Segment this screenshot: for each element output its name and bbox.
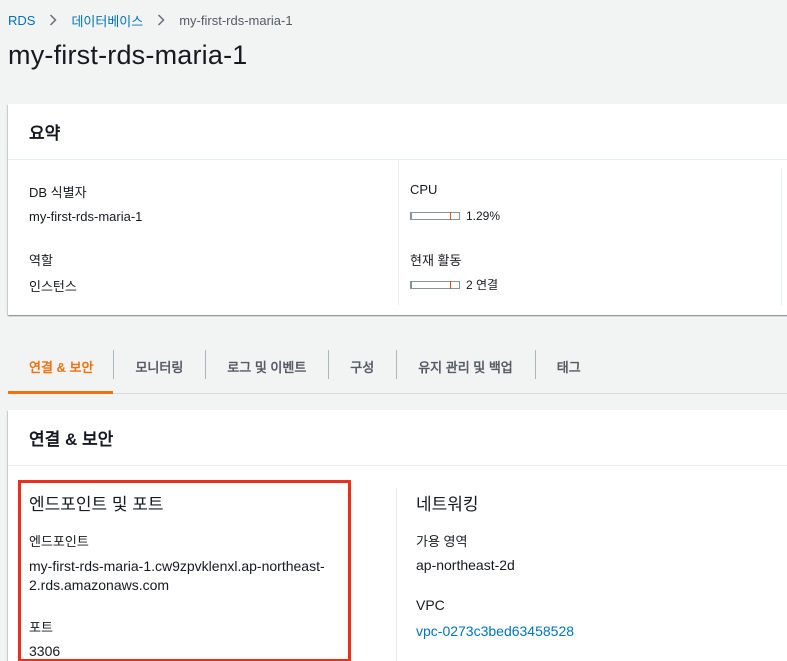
cpu-meter: 1.29% [410,209,500,223]
tab-configuration[interactable]: 구성 [328,340,396,393]
cpu-value: 1.29% [466,209,501,223]
role-label: 역할 [29,253,53,268]
networking-section-title: 네트워킹 [416,495,479,514]
availability-zone-value: ap-northeast-2d [416,557,515,573]
page-title: my-first-rds-maria-1 [8,40,248,70]
activity-value: 2 연결 [466,278,499,292]
summary-left-column: DB 식별자 my-first-rds-maria-1 역할 인스턴스 [8,160,398,305]
activity-meter-bar [410,280,460,289]
cpu-label: CPU [410,182,438,197]
breadcrumb: RDS 데이터베이스 my-first-rds-maria-1 [8,11,293,29]
cpu-meter-bar [410,212,460,220]
summary-header: 요약 [8,104,787,160]
endpoint-highlight-box [18,480,351,661]
breadcrumb-databases-link[interactable]: 데이터베이스 [71,11,143,30]
db-identifier-label: DB 식별자 [29,185,87,200]
activity-label: 현재 활동 [410,253,462,268]
activity-meter: 2 연결 [410,276,498,293]
column-divider [396,488,397,661]
summary-right-column: CPU 1.29% 현재 활동 2 연결 [398,160,782,305]
vpc-link[interactable]: vpc-0273c3bed63458528 [416,623,574,639]
availability-zone-label: 가용 영역 [416,534,468,549]
db-identifier-value: my-first-rds-maria-1 [29,209,143,224]
activity-meter-fill [411,281,412,288]
summary-panel: 요약 DB 식별자 my-first-rds-maria-1 역할 인스턴스 C… [8,104,787,315]
role-value: 인스턴스 [29,279,77,294]
connectivity-header: 연결 & 보안 [8,410,787,466]
tab-tags[interactable]: 태그 [534,340,603,393]
tab-connectivity-security[interactable]: 연결 & 보안 [8,340,114,394]
vpc-label: VPC [416,597,445,613]
tab-bar: 연결 & 보안 모니터링 로그 및 이벤트 구성 유지 관리 및 백업 태그 [8,340,787,394]
tab-maintenance-backups[interactable]: 유지 관리 및 백업 [396,340,535,393]
connectivity-panel: 연결 & 보안 엔드포인트 및 포트 엔드포인트 my-first-rds-ma… [8,410,787,661]
cpu-meter-fill [411,213,412,219]
chevron-right-icon [157,14,165,26]
chevron-right-icon [49,14,58,26]
breadcrumb-rds-link[interactable]: RDS [8,13,35,28]
breadcrumb-current: my-first-rds-maria-1 [179,12,293,28]
tab-logs-events[interactable]: 로그 및 이벤트 [205,340,328,393]
tab-monitoring[interactable]: 모니터링 [113,340,205,393]
